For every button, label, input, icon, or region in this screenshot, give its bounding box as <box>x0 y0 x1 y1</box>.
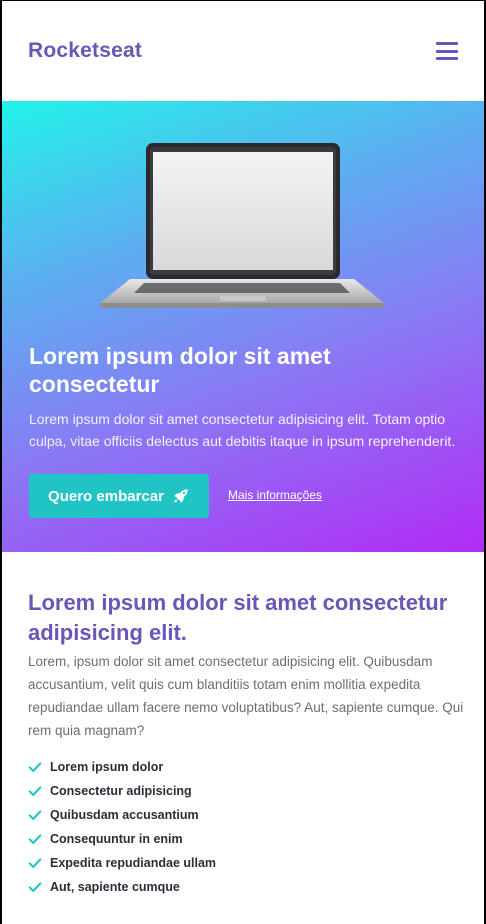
list-item-label: Expedita repudiandae ullam <box>50 856 217 870</box>
hamburger-menu-icon[interactable] <box>436 42 458 60</box>
list-item: Quibusdam accusantium <box>28 803 216 827</box>
header: Rocketseat <box>2 1 484 101</box>
list-item: Lorem ipsum dolor <box>28 755 216 779</box>
section-title: Lorem ipsum dolor sit amet consectetur a… <box>28 590 448 645</box>
check-icon <box>28 786 42 796</box>
list-item: Aut, sapiente cumque <box>28 875 216 899</box>
check-icon <box>28 834 42 844</box>
list-item: Expedita repudiandae ullam <box>28 851 216 875</box>
list-item: Consectetur adipisicing <box>28 779 216 803</box>
hero-title: Lorem ipsum dolor sit amet consectetur <box>29 343 331 397</box>
hero-description: Lorem ipsum dolor sit amet consectetur a… <box>29 411 456 449</box>
list-item-label: Consequuntur in enim <box>50 832 183 846</box>
brand-logo[interactable]: Rocketseat <box>28 39 142 63</box>
list-item-label: Consectetur adipisicing <box>50 784 192 798</box>
more-info-link[interactable]: Mais informações <box>228 488 322 502</box>
laptop-illustration <box>100 143 384 308</box>
list-item-label: Quibusdam accusantium <box>50 808 199 822</box>
cta-button-label: Quero embarcar <box>48 487 164 505</box>
list-item-label: Aut, sapiente cumque <box>50 880 180 894</box>
hero-section: Lorem ipsum dolor sit amet consectetur L… <box>2 101 484 552</box>
cta-button[interactable]: Quero embarcar <box>29 474 209 518</box>
list-item: Consequuntur in enim <box>28 827 216 851</box>
list-item-label: Lorem ipsum dolor <box>50 760 164 774</box>
rocket-icon <box>174 489 188 503</box>
features-section: Lorem ipsum dolor sit amet consectetur a… <box>2 552 484 924</box>
check-icon <box>28 810 42 820</box>
section-description: Lorem, ipsum dolor sit amet consectetur … <box>28 654 464 738</box>
check-icon <box>28 858 42 868</box>
check-icon <box>28 762 42 772</box>
check-icon <box>28 882 42 892</box>
feature-list: Lorem ipsum dolor Consectetur adipisicin… <box>28 755 216 899</box>
